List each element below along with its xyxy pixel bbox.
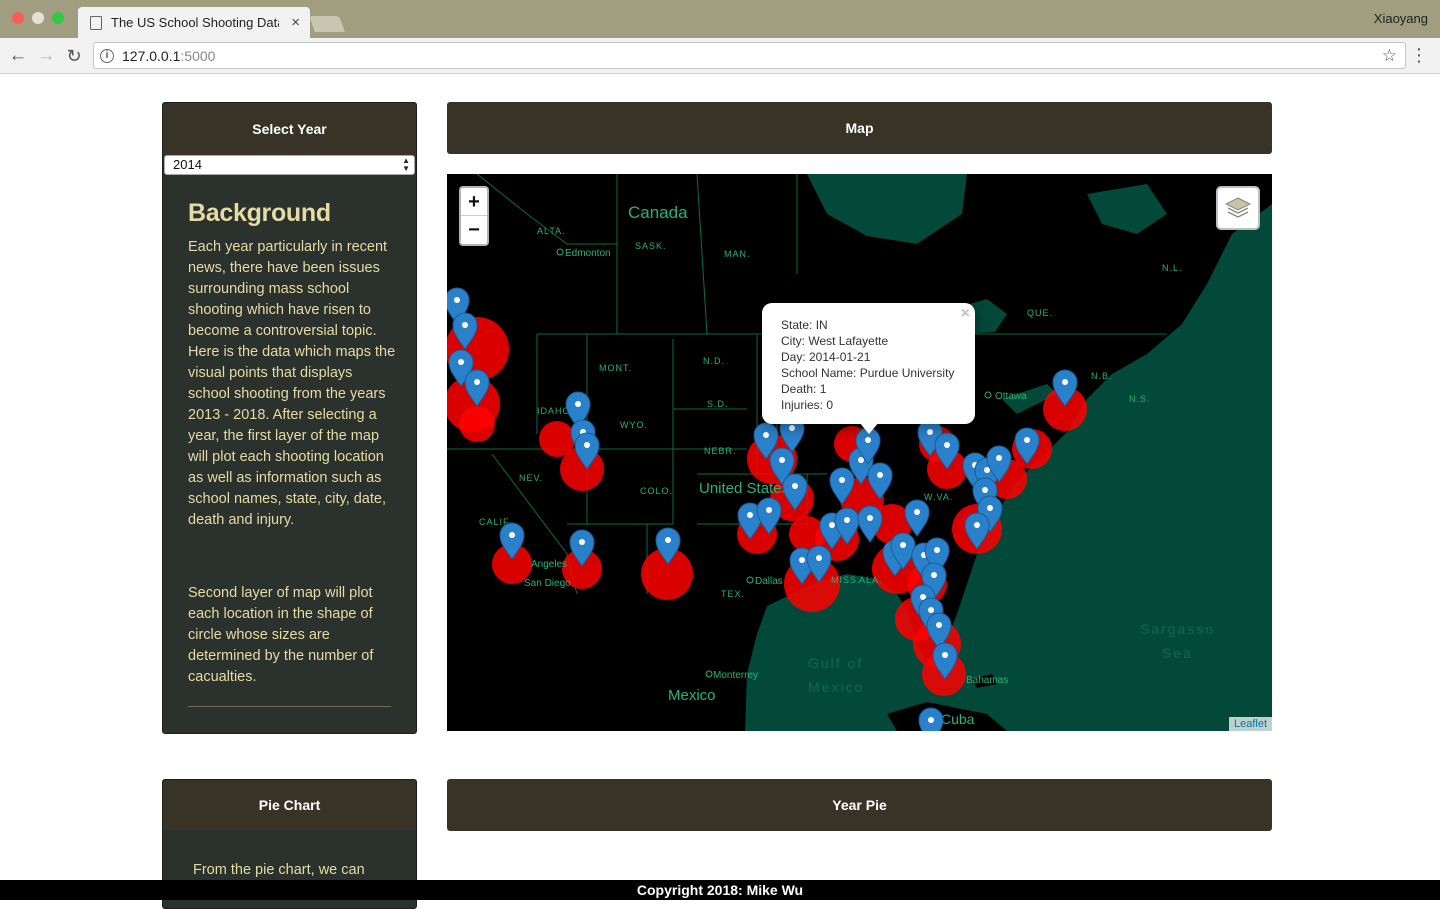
label-mexico: Mexico: [668, 687, 716, 704]
back-arrow-icon[interactable]: ←: [6, 44, 30, 68]
popup-death: Death: 1: [781, 382, 827, 396]
browser-toolbar: ← → ↻ i 127.0.0.1 :5000 ☆ ⋮: [0, 38, 1440, 74]
year-pie-header: Year Pie: [447, 779, 1272, 831]
popup-injuries: Injuries: 0: [781, 398, 834, 412]
url-host: 127.0.0.1: [122, 47, 181, 64]
divider: [188, 706, 391, 707]
label-colo: COLO.: [640, 486, 673, 496]
background-paragraph-2: Second layer of map will plot each locat…: [188, 585, 374, 685]
label-san-diego: San Diego: [524, 578, 571, 589]
leaflet-attribution-link[interactable]: Leaflet: [1228, 717, 1272, 731]
map-svg[interactable]: Canada ALTA. SASK. MAN. Edmonton N.L. QU…: [447, 174, 1272, 731]
select-year-header: Select Year: [163, 103, 416, 155]
page-icon: [90, 15, 102, 30]
tab-close-icon[interactable]: ×: [291, 14, 300, 31]
label-sargasso-2: Sea: [1162, 645, 1193, 661]
url-port: :5000: [180, 47, 216, 64]
browser-tab[interactable]: The US School Shooting Data ×: [78, 7, 310, 38]
label-sd: S.D.: [707, 399, 729, 409]
label-wyo: WYO.: [620, 420, 648, 430]
popup-day: Day: 2014-01-21: [781, 350, 871, 364]
zoom-out-button[interactable]: −: [461, 216, 487, 244]
background-paragraph-1: Each year particularly in recent news, t…: [188, 239, 396, 528]
reload-icon[interactable]: ↻: [62, 44, 86, 68]
label-cuba: Cuba: [941, 711, 975, 727]
pie-chart-header: Pie Chart: [163, 780, 416, 830]
background-title: Background: [188, 199, 331, 227]
label-miss: MISS.: [831, 575, 861, 585]
label-nebr: NEBR.: [704, 446, 737, 456]
address-bar[interactable]: i 127.0.0.1 :5000 ☆: [93, 42, 1406, 69]
label-dallas: Dallas: [755, 576, 783, 587]
label-edmonton: Edmonton: [565, 248, 611, 259]
label-nev: NEV.: [519, 473, 543, 483]
label-ns: N.S.: [1129, 394, 1151, 404]
map-popup: × State: IN City: West Lafayette Day: 20…: [762, 303, 975, 424]
forward-arrow-icon[interactable]: →: [34, 44, 58, 68]
window-maximize-button[interactable]: [52, 12, 64, 24]
info-icon[interactable]: i: [100, 48, 114, 63]
map-header: Map: [447, 102, 1272, 154]
map-container[interactable]: Canada ALTA. SASK. MAN. Edmonton N.L. QU…: [447, 174, 1272, 731]
popup-city: City: West Lafayette: [781, 334, 889, 348]
select-arrows-icon: ▲ ▼: [402, 156, 410, 173]
label-idaho: IDAHO: [537, 406, 571, 416]
label-alta: ALTA.: [537, 226, 566, 236]
label-wva: W.VA.: [924, 492, 953, 502]
label-ottawa: Ottawa: [995, 391, 1027, 402]
popup-state: State: IN: [781, 318, 828, 332]
label-ala: ALA.: [859, 575, 883, 585]
label-angeles: Angeles: [531, 559, 567, 570]
year-sidebar: Select Year 2014 ▲ ▼ Background Each year…: [162, 102, 417, 734]
window-minimize-button[interactable]: [32, 12, 44, 24]
footer-copyright: Copyright 2018: Mike Wu: [0, 880, 1440, 900]
label-nd: N.D.: [703, 356, 725, 366]
label-bahamas: Bahamas: [966, 675, 1008, 686]
year-select[interactable]: 2014 ▲ ▼: [164, 155, 415, 175]
window-close-button[interactable]: [12, 12, 24, 24]
label-nb: N.B.: [1091, 371, 1113, 381]
profile-name[interactable]: Xiaoyang: [1374, 11, 1428, 26]
label-gulf-2: Mexico: [808, 679, 864, 695]
layers-button[interactable]: [1216, 186, 1260, 230]
label-man: MAN.: [724, 249, 751, 259]
label-united-states: United States: [699, 480, 789, 497]
label-nl: N.L.: [1162, 263, 1183, 273]
zoom-control: + −: [459, 186, 489, 246]
label-canada: Canada: [628, 203, 688, 222]
popup-school: School Name: Purdue University: [781, 366, 955, 380]
browser-menu-icon[interactable]: ⋮: [1410, 44, 1428, 66]
zoom-in-button[interactable]: +: [461, 188, 487, 216]
bookmark-star-icon[interactable]: ☆: [1382, 46, 1397, 66]
layers-icon: [1224, 197, 1252, 218]
label-que: QUE.: [1027, 308, 1053, 318]
label-sask: SASK.: [635, 241, 667, 251]
label-gulf-1: Gulf of: [808, 655, 863, 671]
popup-close-icon[interactable]: ×: [961, 305, 970, 323]
browser-titlebar: The US School Shooting Data × Xiaoyang: [0, 0, 1440, 38]
new-tab-button[interactable]: [309, 16, 345, 32]
label-monterrey: Monterrey: [713, 670, 758, 681]
selected-year: 2014: [173, 157, 202, 172]
label-tex: TEX.: [721, 589, 745, 599]
tab-title: The US School Shooting Data: [111, 15, 279, 30]
popup-tip: [859, 422, 879, 434]
pie-description: From the pie chart, we can: [193, 862, 365, 878]
label-sargasso-1: Sargasso: [1140, 621, 1215, 637]
label-mont: MONT.: [599, 363, 632, 373]
